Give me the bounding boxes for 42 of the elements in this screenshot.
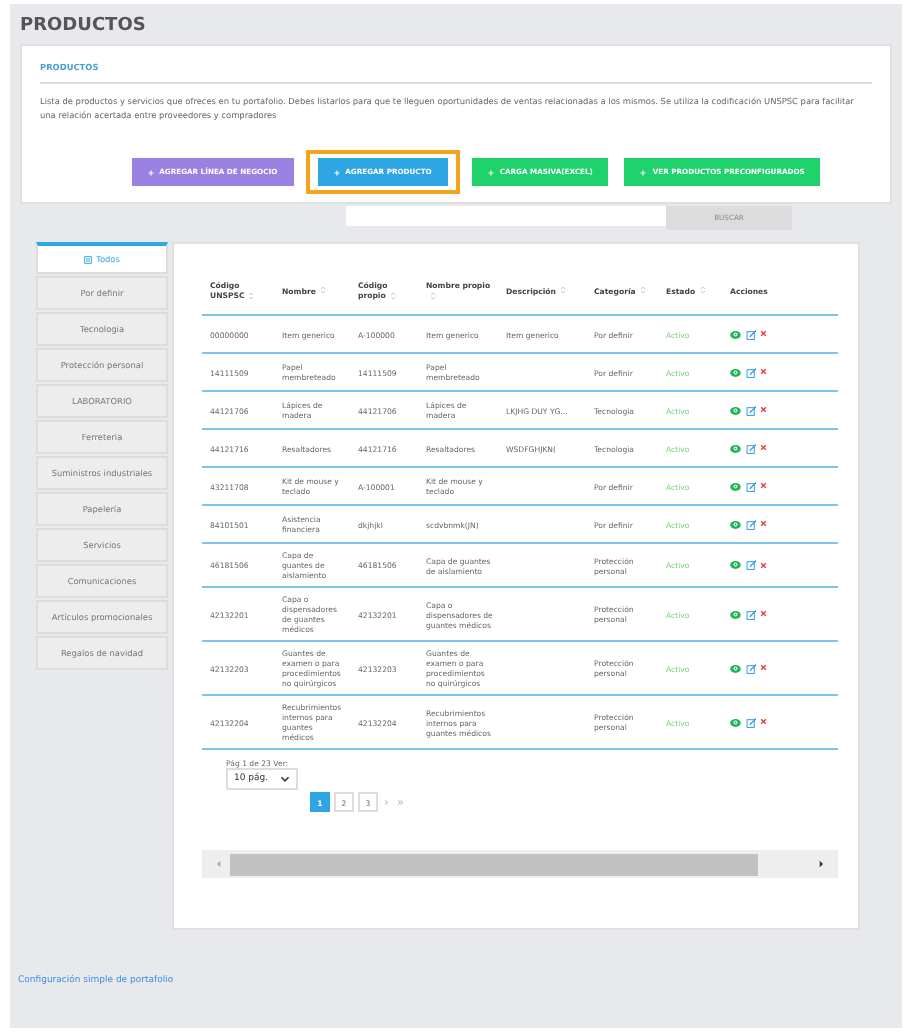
edit-icon[interactable]	[745, 560, 756, 571]
delete-icon[interactable]	[760, 482, 767, 490]
eye-icon[interactable]	[730, 329, 741, 340]
edit-icon[interactable]	[745, 717, 756, 728]
scroll-right-icon[interactable]	[818, 860, 824, 868]
delete-icon[interactable]	[760, 664, 767, 672]
delete-icon[interactable]	[760, 610, 767, 618]
eye-icon[interactable]	[730, 609, 741, 620]
eye-icon[interactable]	[730, 519, 741, 530]
edit-icon[interactable]	[745, 405, 756, 416]
eye-icon[interactable]	[730, 717, 741, 728]
search-field[interactable]	[346, 206, 666, 226]
eye-icon[interactable]	[730, 443, 741, 454]
eye-icon[interactable]	[730, 663, 741, 674]
edit-icon[interactable]	[745, 367, 756, 378]
edit-icon[interactable]	[745, 663, 756, 674]
delete-icon[interactable]	[760, 406, 767, 414]
edit-icon[interactable]	[745, 609, 756, 620]
delete-icon[interactable]	[760, 561, 767, 569]
horizontal-scrollbar[interactable]	[202, 850, 838, 878]
delete-icon[interactable]	[760, 330, 767, 338]
list-icon	[84, 255, 93, 263]
edit-icon[interactable]	[745, 443, 756, 454]
eye-icon[interactable]	[730, 560, 741, 571]
plus-icon	[487, 169, 494, 175]
edit-icon[interactable]	[745, 519, 756, 530]
edit-icon[interactable]	[745, 329, 756, 340]
scrollbar-thumb[interactable]	[230, 853, 758, 875]
eye-icon[interactable]	[730, 367, 741, 378]
eye-icon[interactable]	[730, 405, 741, 416]
plus-icon	[333, 169, 340, 175]
chevron-down-icon	[280, 776, 291, 782]
plus-icon	[640, 169, 647, 175]
page-title: PRODUCTOS	[20, 14, 148, 32]
delete-icon[interactable]	[760, 368, 767, 376]
plus-icon	[147, 169, 154, 175]
delete-icon[interactable]	[760, 520, 767, 528]
edit-icon[interactable]	[745, 481, 756, 492]
delete-icon[interactable]	[760, 444, 767, 452]
scroll-left-icon[interactable]	[216, 860, 222, 868]
delete-icon[interactable]	[760, 718, 767, 726]
eye-icon[interactable]	[730, 481, 741, 492]
